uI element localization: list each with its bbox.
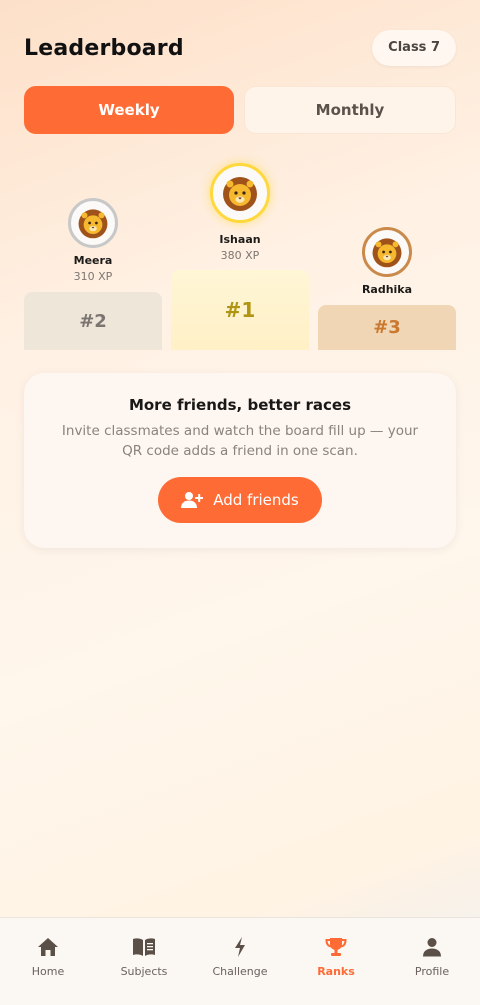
- tab-monthly[interactable]: Monthly: [244, 86, 456, 134]
- podium-third: Radhika #3: [318, 227, 456, 350]
- podium-xp: 310 XP: [73, 270, 113, 283]
- podium-name: Meera: [73, 254, 113, 267]
- class-badge[interactable]: Class 7: [372, 30, 456, 66]
- podium: Meera 310 XP #2 Ishaan 380 XP #1 Radhika…: [24, 160, 456, 350]
- period-tabs: Weekly Monthly: [24, 86, 456, 134]
- invite-title: More friends, better races: [128, 396, 352, 414]
- header: Leaderboard Class 7: [24, 30, 456, 66]
- add-friends-label: Add friends: [213, 491, 299, 509]
- nav-label: Profile: [414, 965, 450, 978]
- rank-label: #1: [224, 298, 256, 322]
- nav-profile[interactable]: Profile: [384, 918, 480, 1005]
- podium-name: Radhika: [361, 283, 413, 296]
- nav-home[interactable]: Home: [0, 918, 96, 1005]
- nav-label: Subjects: [120, 965, 168, 978]
- nav-ranks[interactable]: Ranks: [288, 918, 384, 1005]
- nav-label: Challenge: [212, 965, 268, 978]
- nav-subjects[interactable]: Subjects: [96, 918, 192, 1005]
- lightning-icon: [228, 935, 252, 959]
- nav-challenge[interactable]: Challenge: [192, 918, 288, 1005]
- person-icon: [420, 935, 444, 959]
- lion-icon[interactable]: [210, 163, 270, 223]
- invite-description: Invite classmates and watch the board fi…: [61, 423, 419, 459]
- bottom-nav: Home Subjects Challenge Ranks Profile: [0, 917, 480, 1005]
- page-title: Leaderboard: [24, 35, 184, 61]
- nav-label: Ranks: [317, 965, 355, 978]
- rank-label: #2: [79, 310, 107, 332]
- lion-icon[interactable]: [68, 198, 118, 248]
- nav-label: Home: [31, 965, 65, 978]
- podium-block-1: #1: [171, 270, 309, 350]
- podium-xp: 380 XP: [220, 249, 260, 262]
- tab-weekly[interactable]: Weekly: [24, 86, 234, 134]
- invite-card: More friends, better races Invite classm…: [24, 373, 456, 548]
- add-friends-button[interactable]: Add friends: [158, 477, 322, 523]
- book-icon: [132, 935, 156, 959]
- podium-first: Ishaan 380 XP #1: [171, 163, 309, 350]
- podium-name: Ishaan: [219, 233, 261, 246]
- podium-block-2: #2: [24, 292, 162, 350]
- podium-block-3: #3: [318, 305, 456, 350]
- rank-label: #3: [373, 317, 401, 338]
- trophy-icon: [324, 935, 348, 959]
- podium-second: Meera 310 XP #2: [24, 198, 162, 350]
- lion-icon[interactable]: [362, 227, 412, 277]
- add-person-icon: [181, 491, 204, 509]
- home-icon: [36, 935, 60, 959]
